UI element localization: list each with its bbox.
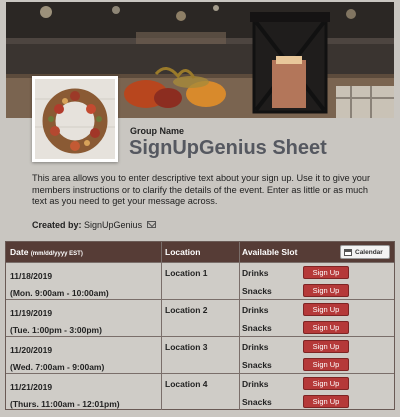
sign-up-button[interactable]: Sign Up [303, 358, 349, 371]
column-header-slot: Available Slot [242, 247, 298, 257]
page-title: SignUpGenius Sheet [129, 137, 327, 159]
column-divider [239, 242, 240, 262]
description-text: This area allows you to enter descriptiv… [32, 173, 371, 206]
slot-label: Drinks [242, 305, 269, 315]
creator-name: SignUpGenius [84, 220, 143, 230]
column-divider [239, 374, 240, 410]
column-divider [161, 300, 162, 336]
column-header-date: Date (mm/dd/yyyy EST) [10, 247, 83, 257]
sign-up-button[interactable]: Sign Up [303, 284, 349, 297]
wreath-image [35, 79, 115, 159]
date-value: 11/18/2019 [10, 271, 53, 281]
column-divider [161, 374, 162, 410]
signup-page: Group Name SignUpGenius Sheet This area … [0, 0, 400, 417]
column-divider [239, 337, 240, 373]
column-divider [161, 337, 162, 373]
mail-icon[interactable] [146, 221, 156, 228]
signup-table: Date (mm/dd/yyyy EST) Location Available… [5, 241, 395, 410]
location-cell: Location 4 [165, 379, 208, 389]
column-header-location: Location [165, 247, 201, 257]
time-value: (Thurs. 11:00am - 12:01pm) [10, 399, 120, 409]
sign-up-button[interactable]: Sign Up [303, 321, 349, 334]
slot-label: Drinks [242, 379, 269, 389]
sign-up-button[interactable]: Sign Up [303, 395, 349, 408]
slot-label: Snacks [242, 286, 272, 296]
calendar-button-label: Calendar [355, 248, 383, 256]
slot-label: Drinks [242, 342, 269, 352]
sign-up-button[interactable]: Sign Up [303, 266, 349, 279]
created-by: Created by: SignUpGenius [32, 220, 156, 230]
location-cell: Location 1 [165, 268, 208, 278]
column-divider [161, 263, 162, 299]
column-divider [239, 263, 240, 299]
date-cell: 11/20/2019 (Wed. 7:00am - 9:00am) [10, 342, 104, 376]
column-divider [239, 300, 240, 336]
location-cell: Location 2 [165, 305, 208, 315]
table-row: 11/20/2019 (Wed. 7:00am - 9:00am) Locati… [6, 336, 394, 373]
calendar-icon [344, 248, 352, 256]
date-value: 11/19/2019 [10, 308, 53, 318]
sign-up-button[interactable]: Sign Up [303, 303, 349, 316]
date-cell: 11/18/2019 (Mon. 9:00am - 10:00am) [10, 268, 109, 302]
date-cell: 11/19/2019 (Tue. 1:00pm - 3:00pm) [10, 305, 102, 339]
table-row: 11/21/2019 (Thurs. 11:00am - 12:01pm) Lo… [6, 373, 394, 410]
calendar-button[interactable]: Calendar [340, 245, 390, 259]
date-value: 11/20/2019 [10, 345, 53, 355]
sign-up-button[interactable]: Sign Up [303, 340, 349, 353]
slot-label: Snacks [242, 323, 272, 333]
sign-up-button[interactable]: Sign Up [303, 377, 349, 390]
slot-label: Snacks [242, 397, 272, 407]
table-row: 11/18/2019 (Mon. 9:00am - 10:00am) Locat… [6, 262, 394, 299]
group-name-label: Group Name [130, 126, 185, 136]
location-cell: Location 3 [165, 342, 208, 352]
table-header: Date (mm/dd/yyyy EST) Location Available… [6, 242, 394, 262]
date-format-label: (mm/dd/yyyy EST) [30, 251, 83, 257]
created-by-label: Created by: [32, 220, 82, 230]
slot-label: Drinks [242, 268, 269, 278]
date-value: 11/21/2019 [10, 382, 53, 392]
date-cell: 11/21/2019 (Thurs. 11:00am - 12:01pm) [10, 379, 120, 413]
column-divider [161, 242, 162, 262]
slot-label: Snacks [242, 360, 272, 370]
table-row: 11/19/2019 (Tue. 1:00pm - 3:00pm) Locati… [6, 299, 394, 336]
date-header-label: Date [10, 247, 29, 257]
group-thumbnail [32, 76, 118, 162]
